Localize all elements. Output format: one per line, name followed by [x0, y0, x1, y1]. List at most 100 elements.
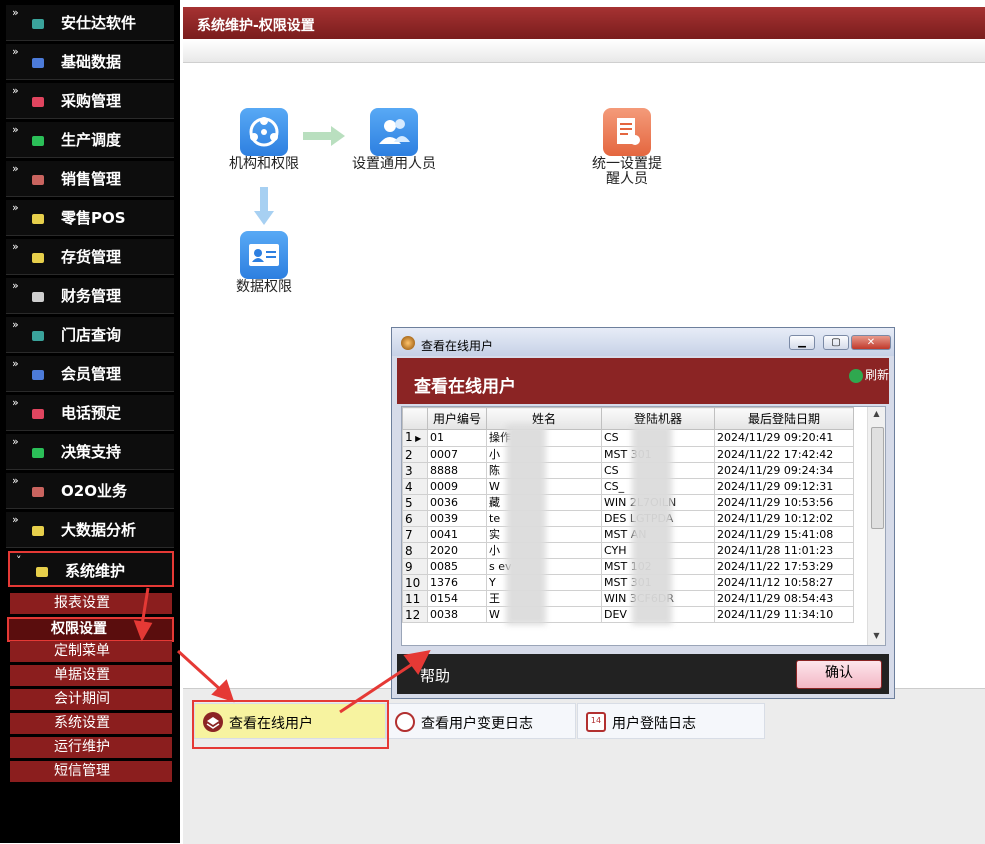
row-number: 3: [402, 462, 428, 479]
row-number: 11: [402, 590, 428, 607]
refresh-button[interactable]: 刷新: [848, 366, 889, 383]
org-permission-node[interactable]: 机构和权限: [226, 108, 302, 172]
sidebar-item[interactable]: » 电话预定: [6, 395, 174, 431]
layers-icon: [203, 712, 223, 732]
module-icon: [32, 409, 44, 419]
table-cell: 2024/11/29 09:24:34: [714, 462, 854, 479]
dialog-footer: 帮助 确认: [397, 654, 889, 694]
module-icon: [32, 292, 44, 302]
module-icon: [32, 58, 44, 68]
sidebar-item[interactable]: » 大数据分析: [6, 512, 174, 548]
table-row[interactable]: 7 0041 实 MST AN 2024/11/29 15:41:08: [402, 526, 854, 543]
column-header[interactable]: 最后登陆日期: [714, 407, 854, 430]
table-row[interactable]: 3 8888 陈 CS 2024/11/29 09:24:34: [402, 462, 854, 479]
online-users-table: 用户编号 姓名 登陆机器 最后登陆日期 1 ▶ 01 操作 CS 2024/11/29 …: [402, 407, 854, 623]
table-cell: 2024/11/29 15:41:08: [714, 526, 854, 543]
reminder-users-label: 统一设置提醒人员: [592, 156, 662, 187]
table-cell: 2024/11/22 17:53:29: [714, 558, 854, 575]
sidebar-item-label: 财务管理: [61, 287, 122, 305]
table-row[interactable]: 2 0007 小 MST 301 2024/11/22 17:42:42: [402, 446, 854, 463]
chevron-right-icon: »: [12, 513, 19, 526]
data-permission-node[interactable]: 数据权限: [226, 231, 302, 295]
sidebar-item[interactable]: » 基础数据: [6, 44, 174, 80]
table-cell: 2024/11/12 10:58:27: [714, 574, 854, 591]
table-row[interactable]: 50036藏WIN 2L7OILN2024/11/29 10:53:56: [402, 494, 854, 511]
module-icon: [32, 175, 44, 185]
chevron-right-icon: »: [12, 318, 19, 331]
sidebar-subitem[interactable]: 会计期间: [10, 689, 172, 710]
dialog-window-title: 查看在线用户: [421, 339, 494, 353]
dialog-titlebar[interactable]: 查看在线用户 ▁ ▢ ✕: [392, 328, 894, 356]
tab-online-users[interactable]: 查看在线用户: [194, 703, 386, 739]
sidebar-item[interactable]: » 安仕达软件: [6, 5, 174, 41]
sidebar-subitem[interactable]: 运行维护: [10, 737, 172, 758]
help-link[interactable]: 帮助: [420, 665, 450, 686]
page-title-bar: 系统维护-权限设置: [183, 7, 985, 39]
sidebar-item-label: 存货管理: [61, 248, 122, 266]
sidebar-item[interactable]: » 生产调度: [6, 122, 174, 158]
table-row[interactable]: 9 0085 s ev MST 102 2024/11/22 17:53:29: [402, 558, 854, 575]
module-icon: [32, 526, 44, 536]
tab-user-change-log-label: 查看用户变更日志: [421, 716, 533, 732]
table-cell: 0085: [427, 558, 487, 575]
vertical-scrollbar[interactable]: ▲ ▼: [867, 407, 885, 645]
table-cell: 0039: [427, 510, 487, 527]
sidebar-subitem[interactable]: 权限设置: [7, 617, 174, 642]
sidebar-item[interactable]: » 采购管理: [6, 83, 174, 119]
table-row[interactable]: 8 2020 小 CYH 2024/11/28 11:01:23: [402, 542, 854, 559]
sidebar-item[interactable]: ˅ 系统维护: [8, 551, 174, 587]
minimize-button[interactable]: ▁: [789, 335, 815, 350]
sidebar: » 安仕达软件 » 基础数据 » 采购管理 » 生产调度 » 销售管理 » 零售POS » 存货管理 » 财务…: [0, 0, 180, 843]
scroll-down-icon[interactable]: ▼: [871, 631, 882, 643]
row-number: 8: [402, 542, 428, 559]
table-row[interactable]: 1 ▶ 01 操作 CS 2024/11/29 09:20:41: [402, 429, 854, 447]
table-row[interactable]: 10 1376 Y MST 301 2024/11/12 10:58:27: [402, 574, 854, 591]
sidebar-subitem[interactable]: 系统设置: [10, 713, 172, 734]
sidebar-subitem[interactable]: 报表设置: [10, 593, 172, 614]
sidebar-item-label: 会员管理: [61, 365, 122, 383]
row-number: 4: [402, 478, 428, 495]
arrow-down-icon: [254, 187, 274, 229]
ok-button[interactable]: 确认: [796, 660, 882, 689]
sidebar-item[interactable]: » 存货管理: [6, 239, 174, 275]
close-button[interactable]: ✕: [851, 335, 891, 350]
table-cell: 8888: [427, 462, 487, 479]
chevron-right-icon: »: [12, 162, 19, 175]
org-permission-label: 机构和权限: [229, 156, 299, 172]
reminder-users-node[interactable]: 统一设置提醒人员: [590, 108, 664, 187]
toolbar-strip: [183, 40, 985, 63]
sidebar-item[interactable]: » 零售POS: [6, 200, 174, 236]
module-icon: [32, 331, 44, 341]
tab-user-change-log[interactable]: 查看用户变更日志: [386, 703, 576, 739]
table-cell: 0038: [427, 606, 487, 623]
common-users-node[interactable]: 设置通用人员: [350, 108, 438, 172]
table-row[interactable]: 60039teDES LGTPDA2024/11/29 10:12:02: [402, 510, 854, 527]
sidebar-item[interactable]: » 销售管理: [6, 161, 174, 197]
sidebar-subitem[interactable]: 单据设置: [10, 665, 172, 686]
data-permission-label: 数据权限: [236, 279, 292, 295]
column-header[interactable]: 用户编号: [427, 407, 487, 430]
module-icon: [32, 19, 44, 29]
dialog-header: 查看在线用户 刷新: [397, 358, 889, 404]
table-row[interactable]: 4 0009 W CS_ 2024/11/29 09:12:31: [402, 478, 854, 495]
scroll-thumb[interactable]: [871, 427, 884, 529]
sidebar-item-label: O2O业务: [61, 482, 127, 500]
maximize-button[interactable]: ▢: [823, 335, 849, 350]
table-row[interactable]: 110154王WIN 3CF6DR2024/11/29 08:54:43: [402, 590, 854, 607]
chevron-right-icon: »: [12, 474, 19, 487]
sidebar-item[interactable]: » 会员管理: [6, 356, 174, 392]
module-icon: [32, 448, 44, 458]
sidebar-item[interactable]: » O2O业务: [6, 473, 174, 509]
sidebar-item[interactable]: » 财务管理: [6, 278, 174, 314]
tab-login-log[interactable]: 14 用户登陆日志: [577, 703, 765, 739]
common-users-label: 设置通用人员: [352, 156, 436, 172]
scroll-up-icon[interactable]: ▲: [871, 409, 882, 421]
sidebar-item[interactable]: » 决策支持: [6, 434, 174, 470]
table-cell: 0154: [427, 590, 487, 607]
sidebar-item[interactable]: » 门店查询: [6, 317, 174, 353]
refresh-label: 刷新: [864, 368, 889, 382]
sidebar-subitem[interactable]: 定制菜单: [10, 641, 172, 662]
table-row[interactable]: 12 0038 W DEV 2024/11/29 11:34:10: [402, 606, 854, 623]
sidebar-subitem[interactable]: 短信管理: [10, 761, 172, 782]
chevron-right-icon: »: [12, 6, 19, 19]
